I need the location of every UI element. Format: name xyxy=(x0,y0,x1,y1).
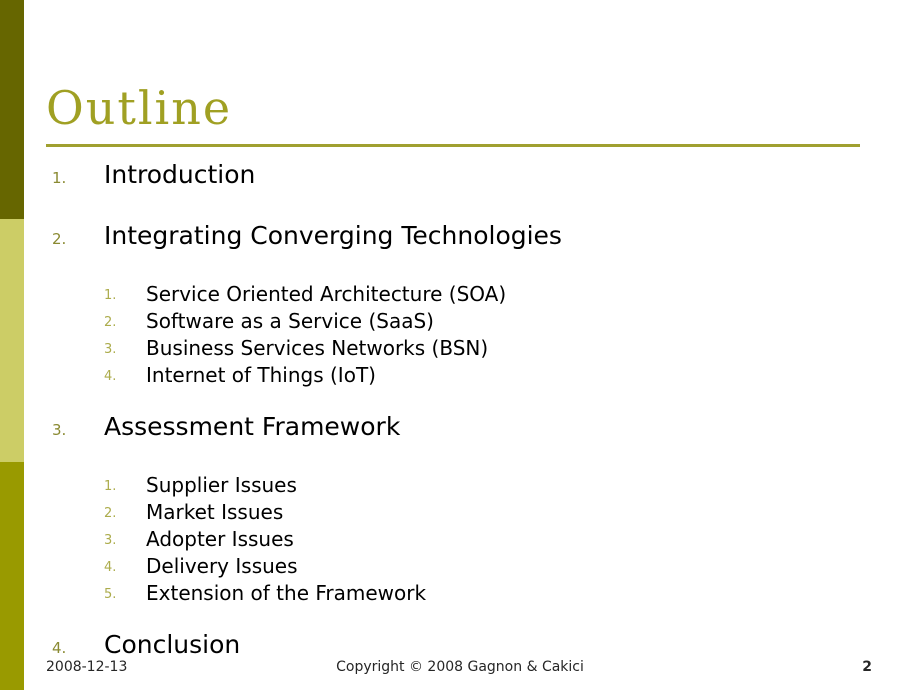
outline-item-2-sub-4-label: Internet of Things (IoT) xyxy=(146,363,376,387)
outline-item-3-sub-2-number: 2. xyxy=(104,506,117,521)
slide-footer: 2008-12-13 Copyright © 2008 Gagnon & Cak… xyxy=(0,659,920,683)
footer-page-number: 2 xyxy=(862,659,872,675)
outline-item-3: 3. Assessment Framework xyxy=(0,412,920,473)
outline-item-2-sub-1: 1. Service Oriented Architecture (SOA) xyxy=(0,282,920,309)
outline-item-2-sub-4-number: 4. xyxy=(104,369,117,384)
outline-item-2-sub-3-label: Business Services Networks (BSN) xyxy=(146,336,489,360)
outline-item-2-sub-2-number: 2. xyxy=(104,315,117,330)
outline-item-1-number: 1. xyxy=(52,169,67,187)
outline-item-3-sub-2: 2. Market Issues xyxy=(0,500,920,527)
outline-item-3-sub-3-number: 3. xyxy=(104,533,117,548)
outline-item-1-label: Introduction xyxy=(104,160,256,189)
outline-item-3-sub-4-number: 4. xyxy=(104,560,117,575)
outline-item-3-sub-3-label: Adopter Issues xyxy=(146,527,294,551)
outline-item-3-sub-2-label: Market Issues xyxy=(146,500,284,524)
outline-item-3-label: Assessment Framework xyxy=(104,412,401,441)
outline-item-2-sub-3-number: 3. xyxy=(104,342,117,357)
slide-title: Outline xyxy=(46,81,233,135)
outline-item-4-number: 4. xyxy=(52,639,67,657)
outline-item-3-sub-1: 1. Supplier Issues xyxy=(0,473,920,500)
outline-item-3-sub-4-label: Delivery Issues xyxy=(146,554,298,578)
outline-item-3-sub-3: 3. Adopter Issues xyxy=(0,527,920,554)
outline-item-3-sub-5-label: Extension of the Framework xyxy=(146,581,427,605)
outline-item-3-sub-1-label: Supplier Issues xyxy=(146,473,297,497)
outline-item-1: 1. Introduction xyxy=(0,160,920,221)
outline-item-2-sub-1-label: Service Oriented Architecture (SOA) xyxy=(146,282,507,306)
outline-item-4-label: Conclusion xyxy=(104,630,241,659)
outline-item-2-sub-3: 3. Business Services Networks (BSN) xyxy=(0,336,920,363)
title-underline-rule xyxy=(46,144,860,147)
outline-spacer-2 xyxy=(0,608,920,630)
outline-item-2-label: Integrating Converging Technologies xyxy=(104,221,562,250)
outline-list: 1. Introduction 2. Integrating Convergin… xyxy=(0,160,920,690)
outline-item-3-sub-1-number: 1. xyxy=(104,479,117,494)
outline-item-2-sub-2-label: Software as a Service (SaaS) xyxy=(146,309,434,333)
outline-item-2-sub-1-number: 1. xyxy=(104,288,117,303)
outline-item-2-number: 2. xyxy=(52,230,67,248)
outline-spacer-1 xyxy=(0,390,920,412)
outline-item-2: 2. Integrating Converging Technologies xyxy=(0,221,920,282)
presentation-slide: Outline 1. Introduction 2. Integrating C… xyxy=(0,0,920,690)
outline-item-2-sub-4: 4. Internet of Things (IoT) xyxy=(0,363,920,390)
outline-item-3-number: 3. xyxy=(52,421,67,439)
footer-copyright: Copyright © 2008 Gagnon & Cakici xyxy=(336,659,584,675)
outline-item-3-sub-4: 4. Delivery Issues xyxy=(0,554,920,581)
outline-item-3-sub-5-number: 5. xyxy=(104,587,117,602)
outline-item-3-sub-5: 5. Extension of the Framework xyxy=(0,581,920,608)
outline-item-2-sub-2: 2. Software as a Service (SaaS) xyxy=(0,309,920,336)
